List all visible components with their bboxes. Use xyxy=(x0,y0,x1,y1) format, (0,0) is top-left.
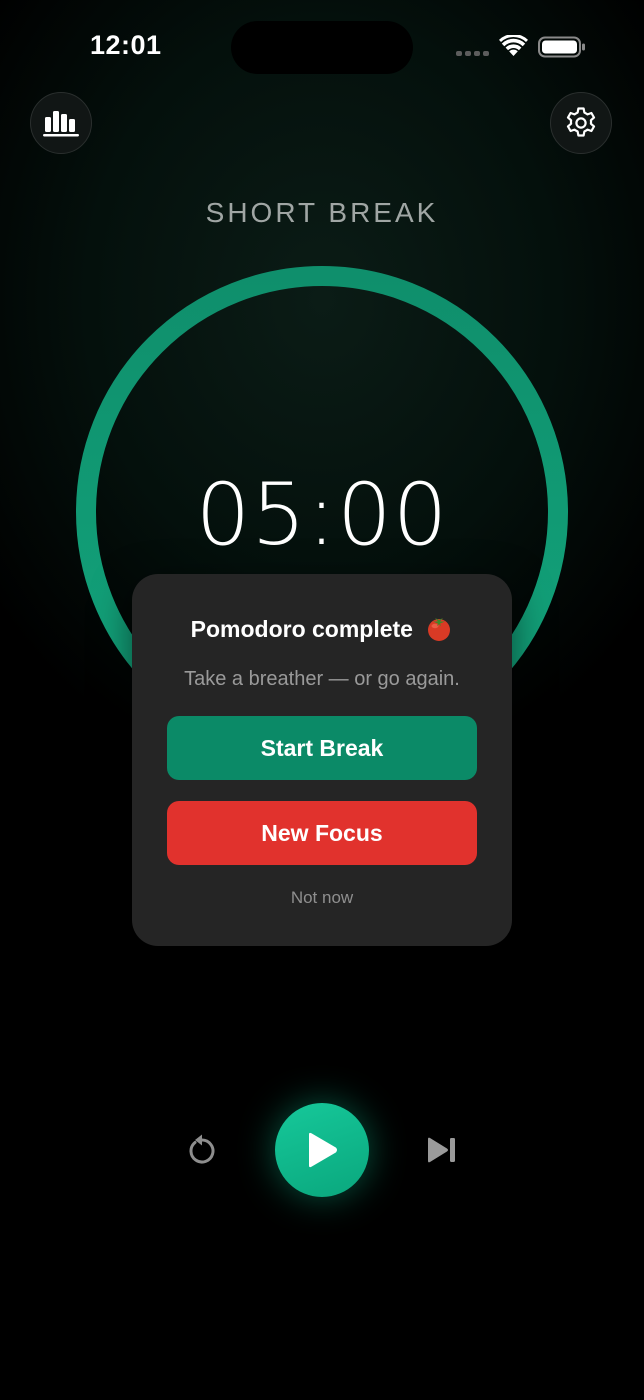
dialog-subtitle: Take a breather — or go again. xyxy=(184,668,460,690)
completion-dialog: Pomodoro complete Take a breather — or g… xyxy=(132,574,512,946)
reset-icon[interactable] xyxy=(182,1130,222,1170)
dialog-title-text: Pomodoro complete xyxy=(190,616,413,642)
tomato-icon xyxy=(428,618,451,641)
app-screen: 12:01 SHORT BREAK 05:00 Pomodoro complet… xyxy=(0,0,644,1400)
dialog-title: Pomodoro complete xyxy=(132,614,512,643)
timer-display: 05:00 xyxy=(195,465,449,565)
skip-forward-icon[interactable] xyxy=(425,1134,459,1166)
play-icon xyxy=(309,1132,337,1168)
not-now-link[interactable]: Not now xyxy=(132,888,512,908)
start-break-button[interactable]: Start Break xyxy=(167,716,477,780)
new-focus-button[interactable]: New Focus xyxy=(167,801,477,865)
play-button[interactable] xyxy=(275,1103,369,1197)
